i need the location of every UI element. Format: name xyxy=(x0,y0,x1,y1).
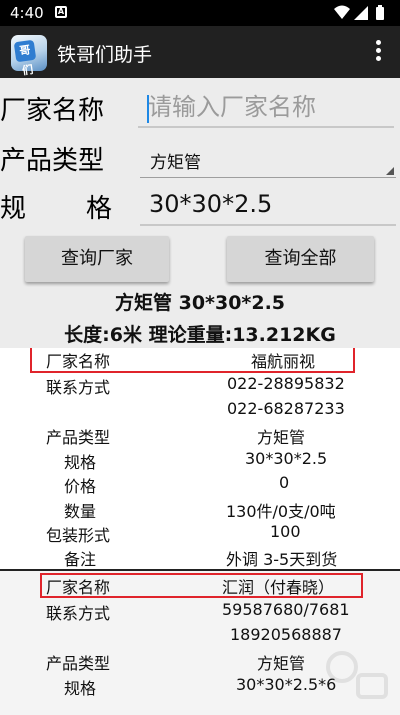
spec-input[interactable]: 30*30*2.5 xyxy=(140,184,396,226)
app-logo-text: 哥们 xyxy=(13,39,37,78)
query-form: 厂家名称 产品类型 方矩管 规 格 30*30*2.5 查询厂家 查询全部 方矩… xyxy=(0,78,400,348)
type-row: 产品类型 方矩管 xyxy=(0,424,400,448)
status-time: 4:40 xyxy=(10,4,44,22)
product-summary: 方矩管 30*30*2.5 xyxy=(114,292,286,314)
signal-icon xyxy=(354,6,368,20)
weight-summary: 长度:6米 理论重量:13.212KG xyxy=(64,324,336,346)
battery-icon xyxy=(376,7,384,20)
dropdown-arrow-icon xyxy=(386,167,394,175)
product-type-select[interactable]: 方矩管 xyxy=(140,144,396,178)
manufacturer-key: 厂家名称 xyxy=(46,578,111,597)
notification-icon: A xyxy=(55,6,67,18)
contact-value-1: 022-28895832 xyxy=(227,374,345,393)
contact-row: 联系方式 022-28895832 xyxy=(0,374,400,398)
contact-value-2: 18920568887 xyxy=(230,625,342,644)
contact-key: 联系方式 xyxy=(46,378,111,397)
app-title: 铁哥们助手 xyxy=(57,44,153,66)
product-type-label: 产品类型 xyxy=(0,146,105,176)
results-list[interactable]: 厂家名称 福航丽视 联系方式 022-28895832 022-68287233… xyxy=(0,348,400,715)
manufacturer-row: 厂家名称 福航丽视 xyxy=(0,348,400,372)
price-row: 价格 0 xyxy=(0,473,400,497)
quantity-key: 数量 xyxy=(64,502,97,521)
contact-key: 联系方式 xyxy=(46,604,111,623)
quantity-value: 130件/0支/0吨 xyxy=(226,502,336,521)
spec-label-char-1: 规 xyxy=(0,194,27,224)
manufacturer-label: 厂家名称 xyxy=(0,96,105,126)
quantity-row: 数量 130件/0支/0吨 xyxy=(0,498,400,522)
spec-key: 规格 xyxy=(64,679,97,698)
wifi-icon xyxy=(334,5,350,19)
manufacturer-value: 汇润（付春晓） xyxy=(222,578,335,597)
contact-row: 联系方式 59587680/7681 xyxy=(0,600,400,624)
type-key: 产品类型 xyxy=(46,654,111,673)
overflow-menu-icon[interactable] xyxy=(376,40,382,64)
remark-row: 备注 外调 3-5天到货 xyxy=(0,546,400,570)
app-bar: 哥们 铁哥们助手 xyxy=(0,26,400,78)
spec-row: 规格 30*30*2.5 xyxy=(0,449,400,473)
type-value: 方矩管 xyxy=(257,654,306,673)
contact-row-2: 022-68287233 xyxy=(0,399,400,423)
app-logo-icon: 哥们 xyxy=(11,35,47,78)
query-all-button[interactable]: 查询全部 xyxy=(227,236,374,282)
status-bar: 4:40 A xyxy=(0,0,400,26)
packaging-key: 包装形式 xyxy=(46,526,111,545)
query-manufacturer-button[interactable]: 查询厂家 xyxy=(25,236,169,282)
contact-value-1: 59587680/7681 xyxy=(222,600,350,619)
system-icons xyxy=(334,5,384,20)
spec-key: 规格 xyxy=(64,453,97,472)
spec-label-char-2: 格 xyxy=(86,194,113,224)
packaging-value: 100 xyxy=(270,522,301,541)
text-cursor xyxy=(147,95,149,123)
watermark-logo xyxy=(326,651,388,699)
spec-value: 30*30*2.5 xyxy=(149,190,273,218)
packaging-row: 包装形式 100 xyxy=(0,522,400,546)
manufacturer-key: 厂家名称 xyxy=(46,352,111,371)
type-value: 方矩管 xyxy=(257,428,306,447)
remark-key: 备注 xyxy=(64,550,97,569)
price-value: 0 xyxy=(279,473,290,492)
remark-value: 外调 3-5天到货 xyxy=(226,550,338,569)
product-type-value: 方矩管 xyxy=(150,153,201,173)
manufacturer-input[interactable] xyxy=(138,88,394,128)
manufacturer-row: 厂家名称 汇润（付春晓） xyxy=(0,574,400,598)
price-key: 价格 xyxy=(64,477,97,496)
manufacturer-value: 福航丽视 xyxy=(251,352,316,371)
spec-value: 30*30*2.5 xyxy=(245,449,328,468)
contact-value-2: 022-68287233 xyxy=(227,399,345,418)
type-key: 产品类型 xyxy=(46,428,111,447)
